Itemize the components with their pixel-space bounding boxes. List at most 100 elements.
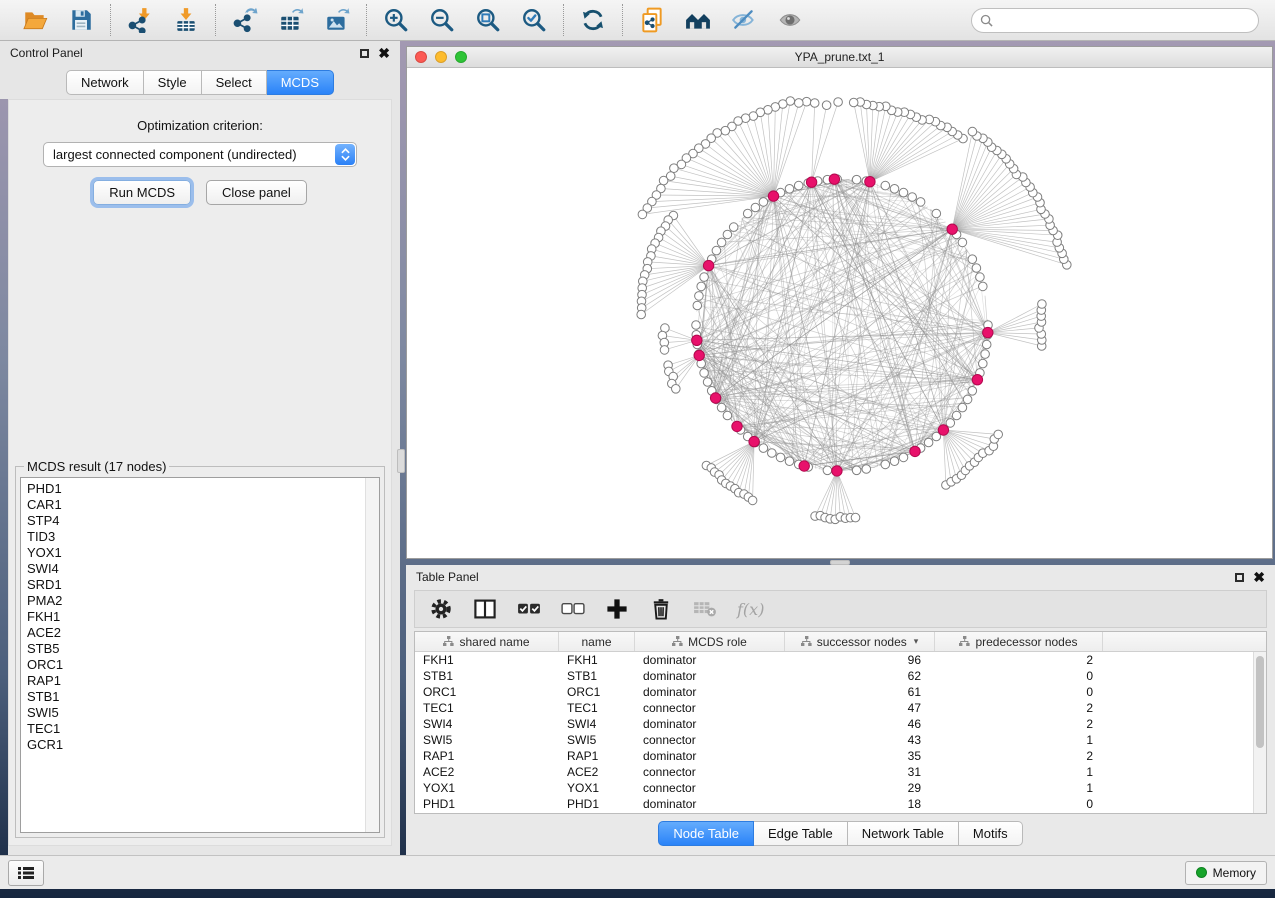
tab-style[interactable]: Style xyxy=(144,70,202,95)
network-node[interactable] xyxy=(849,98,858,107)
column-view-icon[interactable] xyxy=(473,597,497,621)
network-node[interactable] xyxy=(729,223,738,232)
zoom-selected-icon[interactable] xyxy=(519,5,549,35)
network-node[interactable] xyxy=(958,403,967,412)
network-node[interactable] xyxy=(852,466,861,475)
close-table-panel-icon[interactable]: ✖ xyxy=(1253,572,1265,582)
mcds-hub-node[interactable] xyxy=(832,466,842,476)
network-node[interactable] xyxy=(672,385,681,394)
network-node[interactable] xyxy=(972,264,981,273)
create-column-plus-icon[interactable] xyxy=(605,597,629,621)
network-node[interactable] xyxy=(862,465,871,474)
network-node[interactable] xyxy=(723,230,732,239)
mcds-result-item[interactable]: SRD1 xyxy=(27,577,365,593)
network-node[interactable] xyxy=(979,282,988,291)
column-header-predecessor-nodes[interactable]: predecessor nodes xyxy=(935,632,1103,651)
mcds-result-item[interactable]: CAR1 xyxy=(27,497,365,513)
hide-selected-icon[interactable] xyxy=(729,5,759,35)
network-node[interactable] xyxy=(759,198,768,207)
network-node[interactable] xyxy=(899,188,908,197)
network-node[interactable] xyxy=(976,273,985,282)
network-node[interactable] xyxy=(743,209,752,218)
mcds-result-item[interactable]: PHD1 xyxy=(27,481,365,497)
mcds-hub-node[interactable] xyxy=(983,327,993,337)
network-node[interactable] xyxy=(890,185,899,194)
network-node[interactable] xyxy=(890,457,899,466)
table-row[interactable]: FKH1FKH1dominator962 xyxy=(415,652,1253,668)
table-row[interactable]: SWI5SWI5connector431 xyxy=(415,732,1253,748)
table-vertical-scrollbar[interactable] xyxy=(1253,652,1266,813)
mcds-hub-node[interactable] xyxy=(710,393,720,403)
mcds-hub-node[interactable] xyxy=(749,436,759,446)
mcds-hub-node[interactable] xyxy=(694,350,704,360)
table-row[interactable]: RAP1RAP1dominator352 xyxy=(415,748,1253,764)
network-node[interactable] xyxy=(802,97,811,106)
network-node[interactable] xyxy=(881,460,890,469)
network-node[interactable] xyxy=(721,126,730,135)
table-tab-edge-table[interactable]: Edge Table xyxy=(754,821,848,846)
task-history-button[interactable] xyxy=(8,860,44,886)
import-network-icon[interactable] xyxy=(125,5,155,35)
table-row[interactable]: YOX1YOX1connector291 xyxy=(415,780,1253,796)
network-node[interactable] xyxy=(670,164,679,173)
column-header-successor-nodes[interactable]: successor nodes▾ xyxy=(785,632,935,651)
network-node[interactable] xyxy=(695,292,704,301)
mcds-result-item[interactable]: RAP1 xyxy=(27,673,365,689)
mcds-hub-node[interactable] xyxy=(865,177,875,187)
search-input[interactable] xyxy=(971,8,1259,33)
zoom-in-icon[interactable] xyxy=(381,5,411,35)
network-node[interactable] xyxy=(958,238,967,247)
network-node[interactable] xyxy=(712,246,721,255)
network-node[interactable] xyxy=(822,101,831,110)
mcds-result-item[interactable]: TEC1 xyxy=(27,721,365,737)
mcds-result-item[interactable]: GCR1 xyxy=(27,737,365,753)
network-node[interactable] xyxy=(776,453,785,462)
network-node[interactable] xyxy=(899,453,908,462)
mcds-result-item[interactable]: STB1 xyxy=(27,689,365,705)
network-node[interactable] xyxy=(759,444,768,453)
network-node[interactable] xyxy=(851,513,860,522)
export-image-icon[interactable] xyxy=(322,5,352,35)
mcds-result-item[interactable]: ORC1 xyxy=(27,657,365,673)
network-node[interactable] xyxy=(982,340,991,349)
deselect-all-columns-icon[interactable] xyxy=(561,597,585,621)
mcds-result-item[interactable]: STP4 xyxy=(27,513,365,529)
mcds-result-item[interactable]: SWI4 xyxy=(27,561,365,577)
column-header-name[interactable]: name xyxy=(559,632,635,651)
table-row[interactable]: ACE2ACE2connector311 xyxy=(415,764,1253,780)
network-node[interactable] xyxy=(881,181,890,190)
network-node[interactable] xyxy=(968,255,977,264)
mcds-hub-node[interactable] xyxy=(703,260,713,270)
network-node[interactable] xyxy=(963,395,972,404)
mcds-result-item[interactable]: FKH1 xyxy=(27,609,365,625)
table-tab-node-table[interactable]: Node Table xyxy=(658,821,754,846)
save-session-icon[interactable] xyxy=(66,5,96,35)
zoom-out-icon[interactable] xyxy=(427,5,457,35)
network-node[interactable] xyxy=(693,301,702,310)
network-node[interactable] xyxy=(748,496,757,505)
mcds-hub-node[interactable] xyxy=(829,174,839,184)
network-node[interactable] xyxy=(700,369,709,378)
export-table-icon[interactable] xyxy=(276,5,306,35)
table-row[interactable]: TEC1TEC1connector472 xyxy=(415,700,1253,716)
network-node[interactable] xyxy=(717,238,726,247)
open-session-icon[interactable] xyxy=(20,5,50,35)
tab-network[interactable]: Network xyxy=(66,70,144,95)
mcds-result-item[interactable]: TID3 xyxy=(27,529,365,545)
float-table-panel-icon[interactable] xyxy=(1235,573,1244,582)
select-all-columns-icon[interactable] xyxy=(517,597,541,621)
network-node[interactable] xyxy=(952,411,961,420)
show-all-icon[interactable] xyxy=(775,5,805,35)
mcds-result-item[interactable]: SWI5 xyxy=(27,705,365,721)
network-node[interactable] xyxy=(823,466,832,475)
result-list-scrollbar[interactable] xyxy=(365,478,379,832)
network-node[interactable] xyxy=(785,457,794,466)
float-panel-icon[interactable] xyxy=(360,49,369,58)
zoom-fit-icon[interactable] xyxy=(473,5,503,35)
table-row[interactable]: ORC1ORC1dominator610 xyxy=(415,684,1253,700)
mcds-result-item[interactable]: STB5 xyxy=(27,641,365,657)
vertical-splitter-handle[interactable] xyxy=(397,449,405,473)
network-node[interactable] xyxy=(638,210,647,219)
network-node[interactable] xyxy=(768,449,777,458)
network-node[interactable] xyxy=(981,350,990,359)
